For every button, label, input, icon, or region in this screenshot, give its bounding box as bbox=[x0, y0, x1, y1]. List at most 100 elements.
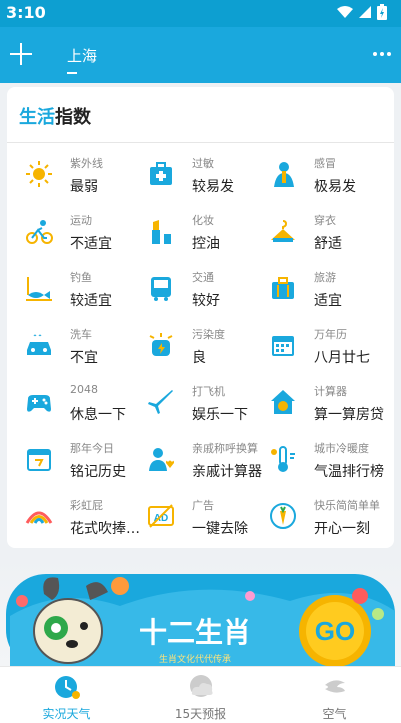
banner-title: 十二生肖 bbox=[139, 616, 251, 649]
life-index-label: 钓鱼 bbox=[70, 271, 92, 284]
life-index-value: 不宜 bbox=[70, 350, 98, 366]
air-icon bbox=[324, 680, 345, 693]
life-index-label: 那年今日 bbox=[70, 442, 114, 455]
lipstick-icon bbox=[152, 220, 171, 244]
life-index-value: 不适宜 bbox=[70, 236, 112, 252]
more-options-icon[interactable] bbox=[373, 52, 391, 56]
bottom-navigation: 实况天气 15天预报 空气 bbox=[0, 666, 401, 723]
pollution-icon bbox=[149, 333, 173, 356]
signal-icon bbox=[359, 6, 371, 18]
life-index-row: 紫外线 最弱 过敏 较易发 感冒 极易发 bbox=[7, 147, 394, 204]
life-index-item[interactable]: 穿衣 舒适 bbox=[265, 204, 385, 261]
life-index-value: 八月廿七 bbox=[314, 350, 370, 366]
life-index-item[interactable]: 运动 不适宜 bbox=[21, 204, 141, 261]
house-money-icon bbox=[271, 390, 295, 414]
life-index-row: 彩虹屁 花式吹捧… AD 广告 一键去除 快乐简简单单 开心一刻 bbox=[7, 489, 394, 546]
life-index-value: 算一算房贷 bbox=[314, 407, 384, 423]
rainbow-icon bbox=[25, 511, 53, 524]
life-index-value: 较易发 bbox=[192, 179, 234, 195]
life-index-row: 那年今日 铭记历史 亲戚称呼换算 亲戚计算器 城市冷暖度 气温排行榜 bbox=[7, 432, 394, 489]
add-city-icon[interactable] bbox=[10, 43, 32, 65]
cloud-icon bbox=[189, 675, 213, 697]
life-index-item[interactable]: 万年历 八月廿七 bbox=[265, 318, 385, 375]
life-index-item[interactable]: 过敏 较易发 bbox=[143, 147, 263, 204]
life-index-item[interactable]: 那年今日 铭记历史 bbox=[21, 432, 141, 489]
page-indicator bbox=[67, 72, 77, 74]
life-index-value: 较适宜 bbox=[70, 293, 112, 309]
life-index-item[interactable]: 洗车 不宜 bbox=[21, 318, 141, 375]
life-index-value: 休息一下 bbox=[70, 407, 126, 423]
life-index-value: 适宜 bbox=[314, 293, 342, 309]
wifi-icon bbox=[337, 6, 353, 18]
go-button: GO bbox=[315, 616, 355, 646]
life-index-label: 旅游 bbox=[314, 271, 336, 284]
gamepad-icon bbox=[27, 395, 51, 412]
life-index-item[interactable]: 2048 休息一下 bbox=[21, 375, 141, 432]
life-index-label: 亲戚称呼换算 bbox=[192, 442, 258, 455]
life-index-value: 亲戚计算器 bbox=[192, 464, 262, 480]
life-index-item[interactable]: 彩虹屁花式吹捧… bbox=[21, 489, 141, 546]
life-index-item[interactable]: 紫外线 最弱 bbox=[21, 147, 141, 204]
medkit-icon bbox=[150, 162, 172, 185]
life-index-label: 万年历 bbox=[314, 328, 347, 341]
life-index-grid: 紫外线 最弱 过敏 较易发 感冒 极易发 运动 不适宜 化妆 控油 穿衣 舒适 钓鱼 较适宜 交通 较好 旅游适… bbox=[7, 147, 394, 546]
life-index-value: 娱乐一下 bbox=[192, 407, 248, 423]
life-index-label: 彩虹屁 bbox=[70, 499, 103, 512]
banner-subtitle: 生肖文化代代传承 bbox=[159, 653, 231, 665]
life-index-value: 花式吹捧… bbox=[70, 521, 140, 537]
life-index-value: 极易发 bbox=[314, 179, 356, 195]
life-index-value: 一键去除 bbox=[192, 521, 248, 537]
relatives-icon bbox=[149, 448, 174, 471]
life-index-value: 最弱 bbox=[70, 179, 98, 195]
nav-air-quality[interactable]: 空气 bbox=[268, 667, 401, 723]
life-index-value: 开心一刻 bbox=[314, 521, 370, 537]
life-index-label: 快乐简简单单 bbox=[314, 499, 380, 512]
life-index-row: 洗车 不宜 污染度良万年历 八月廿七 bbox=[7, 318, 394, 375]
city-name[interactable]: 上海 bbox=[67, 45, 97, 66]
life-index-item[interactable]: 污染度良 bbox=[143, 318, 263, 375]
life-index-value: 控油 bbox=[192, 236, 220, 252]
airplane-icon bbox=[148, 390, 173, 414]
hanger-icon bbox=[271, 220, 295, 242]
life-index-item[interactable]: 化妆 控油 bbox=[143, 204, 263, 261]
life-index-item[interactable]: 钓鱼 较适宜 bbox=[21, 261, 141, 318]
life-index-label: 穿衣 bbox=[314, 214, 336, 227]
life-index-row: 运动 不适宜 化妆 控油 穿衣 舒适 bbox=[7, 204, 394, 261]
life-index-item[interactable]: 快乐简简单单 开心一刻 bbox=[265, 489, 385, 546]
bus-icon bbox=[151, 277, 171, 301]
sun-icon bbox=[26, 161, 52, 187]
life-index-item[interactable]: 城市冷暖度气温排行榜 bbox=[265, 432, 385, 489]
life-index-label: 污染度 bbox=[192, 328, 225, 341]
life-index-item[interactable]: 交通 较好 bbox=[143, 261, 263, 318]
zodiac-banner[interactable]: GO 十二生肖 生肖文化代代传承 bbox=[0, 556, 401, 666]
life-index-item[interactable]: 旅游 适宜 bbox=[265, 261, 385, 318]
divider bbox=[7, 142, 394, 143]
life-index-value: 铭记历史 bbox=[70, 464, 126, 480]
life-index-item[interactable]: 感冒 极易发 bbox=[265, 147, 385, 204]
life-index-item[interactable]: 亲戚称呼换算 亲戚计算器 bbox=[143, 432, 263, 489]
cold-person-icon bbox=[274, 162, 294, 187]
life-index-row: 钓鱼 较适宜 交通 较好 旅游 适宜 bbox=[7, 261, 394, 318]
life-index-label: 城市冷暖度 bbox=[314, 442, 369, 455]
life-index-value: 气温排行榜 bbox=[314, 464, 384, 480]
life-index-label: 交通 bbox=[192, 271, 214, 284]
life-index-item[interactable]: AD 广告 一键去除 bbox=[143, 489, 263, 546]
car-icon bbox=[27, 334, 51, 355]
life-index-item[interactable]: 计算器 算一算房贷 bbox=[265, 375, 385, 432]
life-index-row: 2048 休息一下 打飞机 娱乐一下 计算器 算一算房贷 bbox=[7, 375, 394, 432]
battery-icon bbox=[377, 4, 387, 20]
life-index-label: 计算器 bbox=[314, 385, 347, 398]
app-bar: 上海 bbox=[0, 27, 401, 83]
life-index-label: 2048 bbox=[70, 383, 98, 396]
nav-live-weather[interactable]: 实况天气 bbox=[0, 667, 133, 723]
history-calendar-icon bbox=[27, 449, 51, 471]
life-index-label: 化妆 bbox=[192, 214, 214, 227]
cycling-icon bbox=[26, 220, 53, 244]
life-index-value: 良 bbox=[192, 350, 206, 366]
nav-15-day-forecast[interactable]: 15天预报 bbox=[134, 667, 267, 723]
carrot-icon bbox=[270, 503, 296, 529]
life-index-item[interactable]: 打飞机 娱乐一下 bbox=[143, 375, 263, 432]
fishing-icon bbox=[26, 277, 52, 301]
life-index-label: 感冒 bbox=[314, 157, 336, 170]
status-time: 3:10 bbox=[6, 3, 46, 22]
